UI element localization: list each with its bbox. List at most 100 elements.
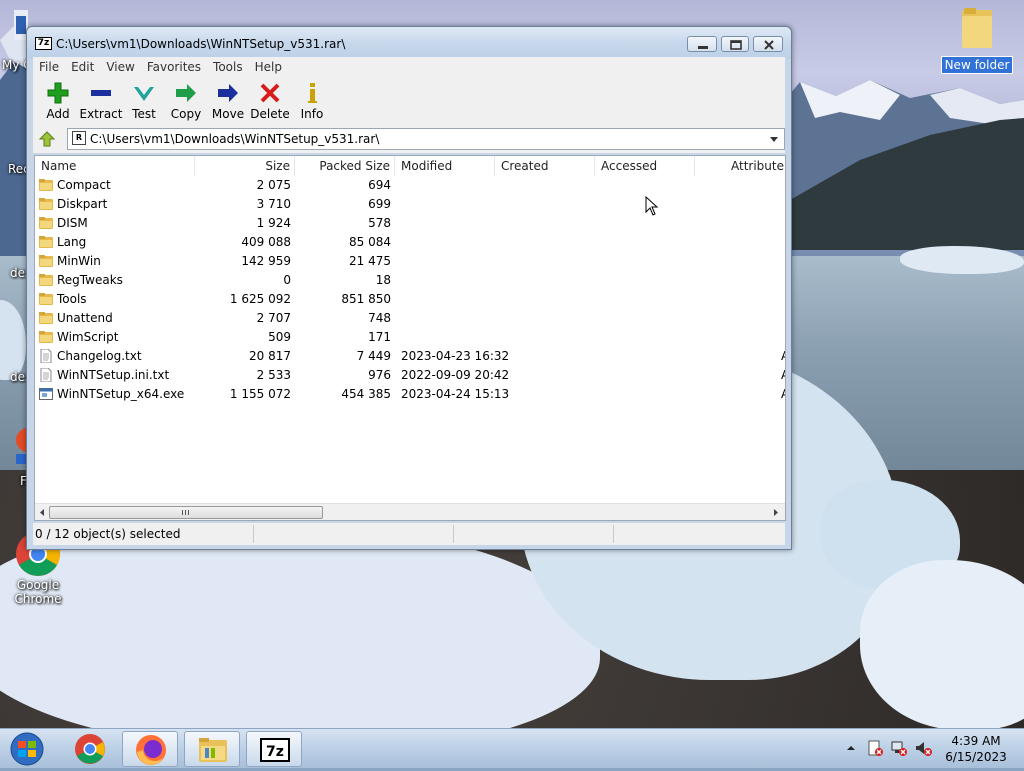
- menu-edit[interactable]: Edit: [65, 57, 100, 77]
- file-name: Compact: [57, 178, 111, 192]
- file-packed-size: 171: [368, 330, 391, 344]
- file-name: Lang: [57, 235, 87, 249]
- show-hidden-icons-icon[interactable]: [846, 743, 856, 753]
- column-modified[interactable]: Modified: [395, 156, 495, 176]
- menu-view[interactable]: View: [100, 57, 140, 77]
- taskbar-7zip[interactable]: 7z: [246, 731, 302, 767]
- system-tray: [840, 737, 960, 761]
- folder-icon: [39, 293, 53, 305]
- grip-icon: [182, 510, 189, 515]
- column-attribute[interactable]: Attribute: [695, 156, 785, 176]
- file-size: 2 533: [256, 368, 291, 382]
- menu-help[interactable]: Help: [249, 57, 288, 77]
- file-name: RegTweaks: [57, 273, 123, 287]
- extract-button[interactable]: Extract: [75, 79, 127, 123]
- check-icon: [134, 87, 154, 101]
- archive-icon: R: [72, 131, 86, 145]
- file-size: 409 088: [241, 235, 291, 249]
- new-folder-desktop-icon[interactable]: New folder: [940, 6, 1014, 74]
- up-folder-button[interactable]: [37, 130, 57, 148]
- column-created[interactable]: Created: [495, 156, 595, 176]
- minimize-button[interactable]: [687, 36, 717, 52]
- file-row[interactable]: RegTweaks 0 18: [35, 271, 785, 290]
- file-row[interactable]: MinWin 142 959 21 475: [35, 252, 785, 271]
- test-button[interactable]: Test: [121, 79, 167, 123]
- file-attribute: A: [781, 366, 785, 385]
- maximize-button[interactable]: [721, 36, 749, 52]
- address-bar: R C:\Users\vm1\Downloads\WinNTSetup_v531…: [33, 125, 785, 153]
- 7zip-app-icon[interactable]: 7z: [35, 37, 52, 50]
- file-row[interactable]: DISM 1 924 578: [35, 214, 785, 233]
- file-row[interactable]: Lang 409 088 85 084: [35, 233, 785, 252]
- extract-label: Extract: [79, 107, 123, 121]
- close-icon: [764, 40, 774, 50]
- horizontal-scrollbar[interactable]: [35, 503, 785, 520]
- title-bar[interactable]: 7z C:\Users\vm1\Downloads\WinNTSetup_v53…: [27, 27, 791, 59]
- chevron-down-icon[interactable]: [766, 131, 782, 147]
- new-folder-label[interactable]: New folder: [940, 56, 1014, 74]
- file-row[interactable]: WinNTSetup.ini.txt 2 533 976 2022-09-09 20:…: [35, 366, 785, 385]
- copy-button[interactable]: Copy: [163, 79, 209, 123]
- file-row[interactable]: Unattend 2 707 748: [35, 309, 785, 328]
- folder-icon: [39, 217, 53, 229]
- file-modified: 2022-09-09 20:42: [401, 368, 510, 382]
- column-name[interactable]: Name: [35, 156, 195, 176]
- column-size[interactable]: Size: [195, 156, 295, 176]
- scroll-left-icon[interactable]: [37, 507, 47, 518]
- menu-bar: File Edit View Favorites Tools Help: [33, 57, 785, 77]
- plus-icon: [47, 82, 69, 104]
- file-size: 3 710: [256, 197, 291, 211]
- start-button[interactable]: [4, 731, 50, 767]
- taskbar-firefox[interactable]: [122, 731, 178, 767]
- file-size: 20 817: [249, 349, 291, 363]
- file-row[interactable]: WimScript 509 171: [35, 328, 785, 347]
- file-attribute: A: [781, 385, 785, 404]
- delete-button[interactable]: Delete: [245, 79, 295, 123]
- file-row[interactable]: Compact 2 075 694: [35, 176, 785, 195]
- file-size: 509: [268, 330, 291, 344]
- file-size: 1 625 092: [229, 292, 291, 306]
- action-center-icon[interactable]: [866, 739, 884, 757]
- copy-label: Copy: [170, 107, 202, 121]
- network-icon[interactable]: [890, 739, 908, 757]
- menu-file[interactable]: File: [33, 57, 65, 77]
- close-button[interactable]: [753, 36, 783, 52]
- column-packed-size[interactable]: Packed Size: [295, 156, 395, 176]
- arrow-right-icon: [218, 84, 238, 102]
- file-row[interactable]: WinNTSetup_x64.exe 1 155 072 454 385 2023-0…: [35, 385, 785, 404]
- 7zip-file-manager-window[interactable]: 7z C:\Users\vm1\Downloads\WinNTSetup_v53…: [26, 26, 792, 550]
- folder-icon: [39, 312, 53, 324]
- file-packed-size: 18: [375, 273, 391, 287]
- file-row[interactable]: Changelog.txt 20 817 7 449 2023-04-23 16:32…: [35, 347, 785, 366]
- scrollbar-thumb[interactable]: [49, 506, 323, 519]
- menu-tools[interactable]: Tools: [207, 57, 249, 77]
- windows-logo-icon: [10, 732, 44, 766]
- folder-icon: [39, 236, 53, 248]
- delete-label: Delete: [250, 107, 290, 121]
- file-row[interactable]: Diskpart 3 710 699: [35, 195, 785, 214]
- menu-favorites[interactable]: Favorites: [141, 57, 207, 77]
- google-chrome-label: Google Chrome: [14, 578, 62, 606]
- 7zip-icon: 7z: [260, 738, 290, 762]
- file-packed-size: 21 475: [349, 254, 391, 268]
- arrow-right-icon: [176, 84, 196, 102]
- address-field[interactable]: R C:\Users\vm1\Downloads\WinNTSetup_v531…: [67, 128, 785, 150]
- ice-floe: [900, 246, 1024, 274]
- taskbar-file-explorer[interactable]: [184, 731, 240, 767]
- file-list[interactable]: Name Size Packed Size Modified Created A…: [34, 155, 786, 521]
- text-file-icon: [40, 368, 52, 382]
- file-row[interactable]: Tools 1 625 092 851 850: [35, 290, 785, 309]
- file-size: 1 155 072: [229, 387, 291, 401]
- taskbar-chrome[interactable]: [62, 731, 118, 767]
- x-icon: [260, 83, 280, 103]
- file-packed-size: 748: [368, 311, 391, 325]
- volume-muted-icon[interactable]: [914, 739, 932, 757]
- file-packed-size: 454 385: [341, 387, 391, 401]
- file-attribute: A: [781, 347, 785, 366]
- column-accessed[interactable]: Accessed: [595, 156, 695, 176]
- file-packed-size: 578: [368, 216, 391, 230]
- info-button[interactable]: Info: [289, 79, 335, 123]
- scroll-right-icon[interactable]: [771, 507, 781, 518]
- folder-icon: [39, 198, 53, 210]
- clock[interactable]: 4:39 AM 6/15/2023: [944, 733, 1008, 765]
